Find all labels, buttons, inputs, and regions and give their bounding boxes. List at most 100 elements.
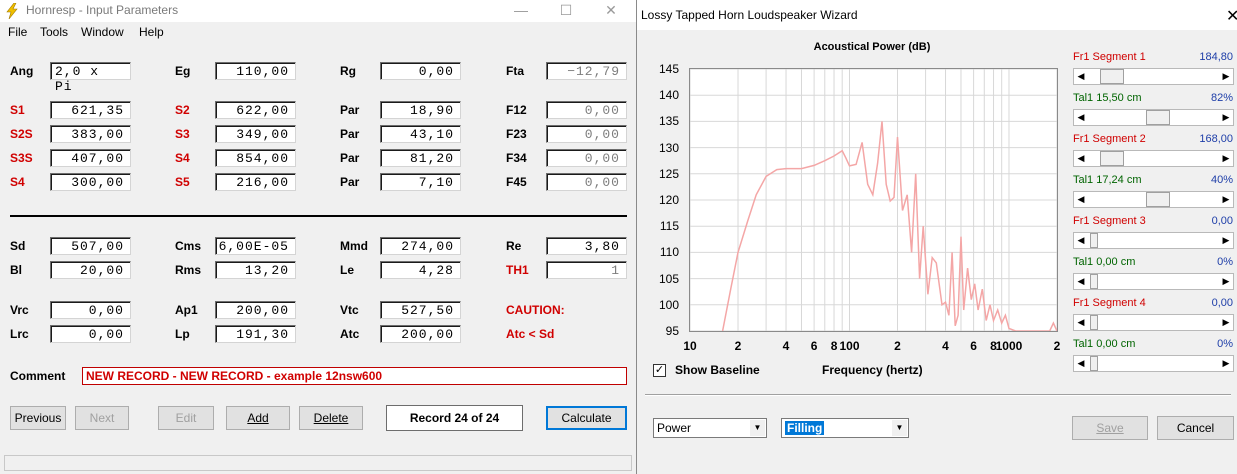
slider-thumb[interactable] bbox=[1090, 274, 1098, 289]
output-type-dropdown[interactable]: Power ▼ bbox=[653, 418, 767, 438]
next-button[interactable]: Next bbox=[75, 406, 129, 430]
menu-help[interactable]: Help bbox=[139, 25, 164, 39]
arrow-left-icon[interactable]: ◀ bbox=[1074, 192, 1088, 207]
show-baseline-checkbox[interactable]: ✓ bbox=[653, 364, 666, 377]
param-field-top-4-1[interactable]: 300,00 bbox=[50, 173, 131, 191]
y-tick-label: 140 bbox=[658, 88, 679, 103]
arrow-right-icon[interactable]: ▶ bbox=[1219, 192, 1233, 207]
param-field-top-0-1[interactable]: 2,0 x Pi bbox=[50, 62, 131, 94]
x-tick-label: 2 bbox=[734, 339, 742, 353]
param-label-bottom-2-2: Ap1 bbox=[175, 303, 198, 317]
param-label-bottom-3-3: Atc bbox=[340, 327, 360, 341]
param-field-top-3-2[interactable]: 854,00 bbox=[215, 149, 296, 167]
param-field-top-2-3[interactable]: 43,10 bbox=[380, 125, 461, 143]
param-field-bottom-0-1[interactable]: 507,00 bbox=[50, 237, 131, 255]
param-field-bottom-1-2[interactable]: 13,20 bbox=[215, 261, 296, 279]
param-field-top-3-4[interactable]: 0,00 bbox=[546, 149, 627, 167]
arrow-left-icon[interactable]: ◀ bbox=[1074, 356, 1088, 371]
arrow-right-icon[interactable]: ▶ bbox=[1219, 110, 1233, 125]
param-field-top-4-2[interactable]: 216,00 bbox=[215, 173, 296, 191]
param-field-bottom-3-2[interactable]: 191,30 bbox=[215, 325, 296, 343]
section-divider bbox=[10, 215, 627, 217]
param-label-top-3-2: S4 bbox=[175, 151, 190, 165]
arrow-left-icon[interactable]: ◀ bbox=[1074, 274, 1088, 289]
menu-tools[interactable]: Tools bbox=[40, 25, 68, 39]
param-field-top-3-1[interactable]: 407,00 bbox=[50, 149, 131, 167]
y-tick-label: 135 bbox=[658, 114, 679, 129]
slider-track-4[interactable]: ◀ ▶ bbox=[1073, 191, 1234, 208]
param-field-top-1-3[interactable]: 18,90 bbox=[380, 101, 461, 119]
delete-button[interactable]: Delete bbox=[299, 406, 363, 430]
slider-track-8[interactable]: ◀ ▶ bbox=[1073, 355, 1234, 372]
param-field-bottom-0-4[interactable]: 3,80 bbox=[546, 237, 627, 255]
slider-label-6: Tal1 0,00 cm bbox=[1073, 256, 1136, 268]
param-field-top-3-3[interactable]: 81,20 bbox=[380, 149, 461, 167]
param-field-bottom-0-2[interactable]: 6,00E-05 bbox=[215, 237, 296, 255]
arrow-right-icon[interactable]: ▶ bbox=[1219, 274, 1233, 289]
param-field-top-2-4[interactable]: 0,00 bbox=[546, 125, 627, 143]
slider-thumb[interactable] bbox=[1090, 233, 1098, 248]
param-field-top-2-1[interactable]: 383,00 bbox=[50, 125, 131, 143]
param-field-top-1-2[interactable]: 622,00 bbox=[215, 101, 296, 119]
slider-track-6[interactable]: ◀ ▶ bbox=[1073, 273, 1234, 290]
add-button[interactable]: Add bbox=[226, 406, 290, 430]
param-field-top-1-1[interactable]: 621,35 bbox=[50, 101, 131, 119]
param-field-bottom-3-1[interactable]: 0,00 bbox=[50, 325, 131, 343]
menu-window[interactable]: Window bbox=[81, 25, 124, 39]
param-label-top-2-3: Par bbox=[340, 127, 360, 141]
arrow-left-icon[interactable]: ◀ bbox=[1074, 69, 1088, 84]
save-button[interactable]: Save bbox=[1072, 416, 1148, 440]
arrow-right-icon[interactable]: ▶ bbox=[1219, 356, 1233, 371]
slider-thumb[interactable] bbox=[1090, 315, 1098, 330]
slider-thumb[interactable] bbox=[1090, 356, 1098, 371]
param-field-top-0-3[interactable]: 0,00 bbox=[380, 62, 461, 80]
param-field-top-0-4[interactable]: −12,79 bbox=[546, 62, 627, 80]
param-field-bottom-1-3[interactable]: 4,28 bbox=[380, 261, 461, 279]
arrow-left-icon[interactable]: ◀ bbox=[1074, 151, 1088, 166]
slider-thumb[interactable] bbox=[1145, 192, 1170, 207]
previous-button[interactable]: Previous bbox=[10, 406, 66, 430]
param-field-top-1-4[interactable]: 0,00 bbox=[546, 101, 627, 119]
param-field-bottom-1-4[interactable]: 1 bbox=[546, 261, 627, 279]
slider-thumb[interactable] bbox=[1100, 151, 1125, 166]
close-icon[interactable]: ✕ bbox=[600, 2, 622, 20]
param-field-top-4-4[interactable]: 0,00 bbox=[546, 173, 627, 191]
slider-track-2[interactable]: ◀ ▶ bbox=[1073, 109, 1234, 126]
slider-track-7[interactable]: ◀ ▶ bbox=[1073, 314, 1234, 331]
minimize-icon[interactable]: — bbox=[510, 2, 532, 20]
slider-thumb[interactable] bbox=[1145, 110, 1170, 125]
param-field-top-4-3[interactable]: 7,10 bbox=[380, 173, 461, 191]
slider-track-3[interactable]: ◀ ▶ bbox=[1073, 150, 1234, 167]
slider-label-1: Fr1 Segment 1 bbox=[1073, 51, 1146, 63]
wizard-close-icon[interactable]: ✕ bbox=[1226, 6, 1237, 26]
calculate-button[interactable]: Calculate bbox=[546, 406, 627, 430]
response-chart bbox=[689, 68, 1058, 332]
arrow-left-icon[interactable]: ◀ bbox=[1074, 110, 1088, 125]
arrow-right-icon[interactable]: ▶ bbox=[1219, 69, 1233, 84]
param-field-bottom-2-1[interactable]: 0,00 bbox=[50, 301, 131, 319]
param-label-top-1-3: Par bbox=[340, 103, 360, 117]
y-tick-label: 130 bbox=[658, 140, 679, 155]
arrow-right-icon[interactable]: ▶ bbox=[1219, 315, 1233, 330]
param-field-top-0-2[interactable]: 110,00 bbox=[215, 62, 296, 80]
menu-file[interactable]: File bbox=[8, 25, 27, 39]
filling-dropdown[interactable]: Filling ▼ bbox=[781, 418, 909, 438]
param-field-top-2-2[interactable]: 349,00 bbox=[215, 125, 296, 143]
edit-button[interactable]: Edit bbox=[158, 406, 214, 430]
param-field-bottom-2-2[interactable]: 200,00 bbox=[215, 301, 296, 319]
comment-field[interactable]: NEW RECORD - NEW RECORD - example 12nsw6… bbox=[82, 367, 627, 385]
cancel-button[interactable]: Cancel bbox=[1157, 416, 1234, 440]
arrow-left-icon[interactable]: ◀ bbox=[1074, 233, 1088, 248]
arrow-left-icon[interactable]: ◀ bbox=[1074, 315, 1088, 330]
slider-track-5[interactable]: ◀ ▶ bbox=[1073, 232, 1234, 249]
arrow-right-icon[interactable]: ▶ bbox=[1219, 151, 1233, 166]
param-field-bottom-3-3[interactable]: 200,00 bbox=[380, 325, 461, 343]
comment-label: Comment bbox=[10, 369, 66, 383]
arrow-right-icon[interactable]: ▶ bbox=[1219, 233, 1233, 248]
param-field-bottom-2-3[interactable]: 527,50 bbox=[380, 301, 461, 319]
maximize-icon[interactable]: ☐ bbox=[555, 2, 577, 20]
slider-thumb[interactable] bbox=[1100, 69, 1125, 84]
param-field-bottom-1-1[interactable]: 20,00 bbox=[50, 261, 131, 279]
slider-track-1[interactable]: ◀ ▶ bbox=[1073, 68, 1234, 85]
param-field-bottom-0-3[interactable]: 274,00 bbox=[380, 237, 461, 255]
